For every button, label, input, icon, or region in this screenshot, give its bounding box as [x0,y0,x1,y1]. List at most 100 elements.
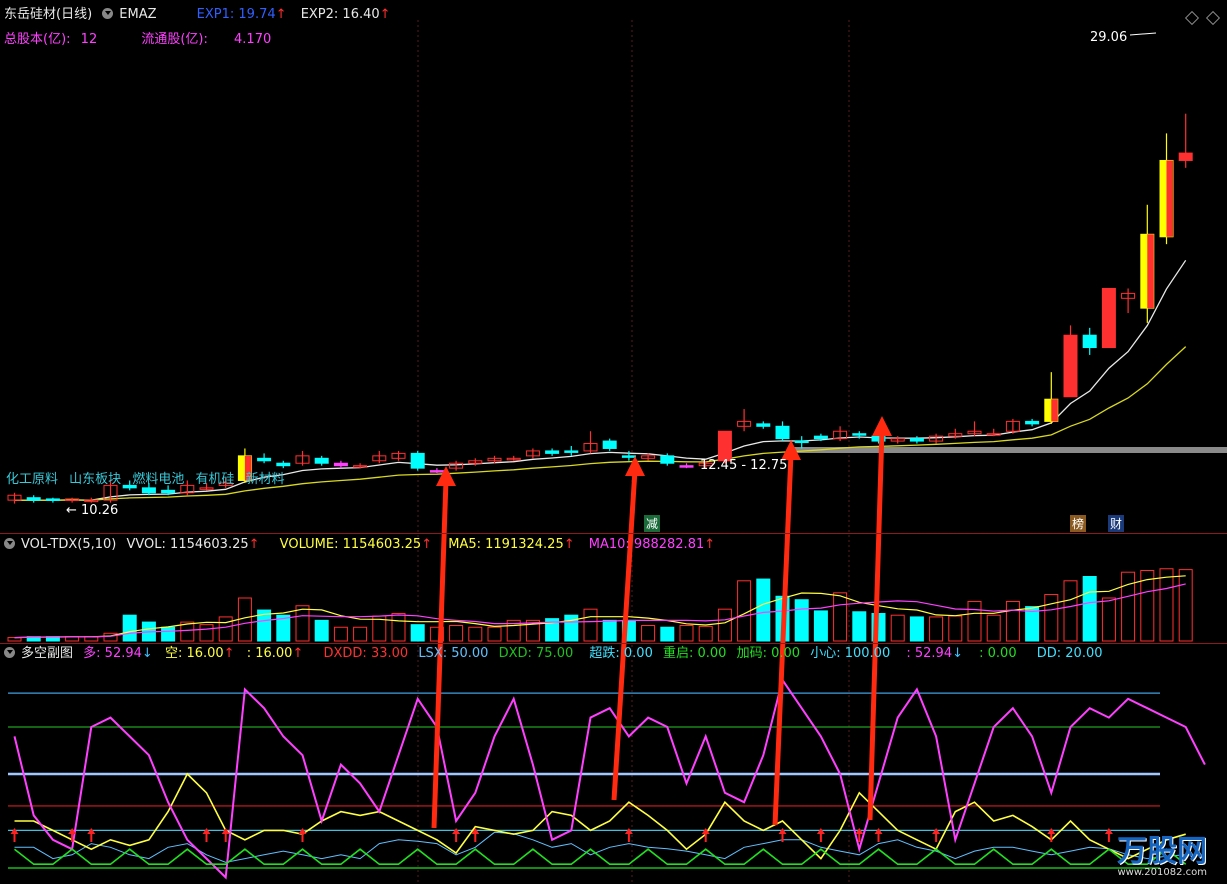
volume-bar [1121,571,1136,642]
dxd-value: DXD: 75.00 [498,646,574,661]
resistance-band [790,447,1227,453]
volume-bar [660,626,675,642]
candle-body [257,457,272,462]
volume-bar [698,625,713,642]
concept-tag[interactable]: 山东板块 [69,472,121,487]
watermark: 万股网 www.201082.com [1117,837,1207,879]
candle-body [794,440,809,444]
candle-body [775,425,790,440]
share-info: 总股本(亿): 12 流通股(亿): 4.170 [0,30,277,50]
moving-averages [14,259,1187,501]
volume-bar [314,619,329,642]
dk-indicator-name[interactable]: 多空副图 [21,646,73,661]
candle-body [429,470,444,473]
volume-bar [1178,569,1193,642]
candle-body [26,497,41,501]
volume-ma10-line [14,583,1186,639]
candle-body [333,462,348,467]
candle-body [1178,152,1193,161]
lsx-value: LSX: 50.00 [418,646,489,661]
annotation-arrow-head-icon [625,456,645,476]
annotation-arrow-head-icon [872,416,892,436]
range-label: 12.45 - 12.75 [700,458,788,473]
volume-bar [890,614,905,642]
candle-body [621,455,636,458]
candle-body [679,465,694,468]
candle-body-overlay [1147,234,1154,309]
up-arrow-icon: ↑ [704,537,716,552]
candle-body [564,450,579,453]
duo-value: 多: 52.94 [83,646,142,661]
indicator-name[interactable]: EMAZ [119,7,156,22]
candle-body [545,450,560,454]
dropdown-icon[interactable] [4,538,15,549]
up-arrow-icon: ↑ [563,537,575,552]
volume-bar [833,592,848,642]
candle-body [314,457,329,464]
concept-tag[interactable]: 燃料电池 [132,472,184,487]
annotation-arrow-head-icon [436,466,456,486]
candle-body [1063,334,1078,398]
low-price-label: ← 10.26 [66,503,119,518]
volume-bar [199,624,214,642]
xiaoxin-value: 小心: 100.00 [810,646,891,661]
dropdown-icon[interactable] [4,647,15,658]
candle-body [1082,334,1097,349]
rank-badge[interactable]: 榜 [1070,515,1087,532]
up-arrow-icon: ↑ [223,646,235,661]
total-shares-label: 总股本(亿): [4,32,71,47]
candle-body [410,452,425,469]
up-arrow-icon: ↑ [421,537,433,552]
ma10-value: MA10: 988282.81 [588,537,705,552]
up-arrow-icon: ↑ [292,646,304,661]
exp1-value: EXP1: 19.74 [196,7,276,22]
volume-bar [948,615,963,642]
float-shares-label: 流通股(亿): [141,32,208,47]
up-arrow-icon: ↑ [379,7,391,22]
ma-line-fast [14,259,1187,501]
volume-bar [717,608,732,642]
dd-value: DD: 20.00 [1036,646,1103,661]
volume-bar [1101,597,1116,642]
chart-canvas [7,20,1227,884]
concept-tag[interactable]: 有机硅 [195,472,234,487]
volume-bar [813,610,828,642]
blank2-value: : 52.94 [906,646,953,661]
volume-bar [295,605,310,642]
arrow-left-icon: ← [66,503,82,518]
up-arrow-icon: ↑ [248,537,260,552]
volume-bar [967,600,982,642]
duokong-series [8,677,1206,880]
price-header: 东岳硅材(日线) EMAZ EXP1: 19.74↑ EXP2: 16.40↑ [0,5,397,25]
candle-body [45,498,60,501]
candle-body [660,455,675,464]
volume-bar [218,616,233,642]
volume-bar [986,614,1001,642]
finance-badge[interactable]: 财 [1108,515,1125,532]
watermark-url: www.201082.com [1117,867,1207,878]
candle-body-overlay [1051,399,1058,422]
concept-tag[interactable]: 新材料 [246,472,285,487]
duokong-header: 多空副图 多: 52.94↓ 空: 16.00↑ : 16.00↑ DXDD: … [0,644,1109,664]
chongqi-value: 重启: 0.00 [663,646,727,661]
volume-bar [602,619,617,642]
volume-bar [1159,568,1174,642]
volume-header: VOL-TDX(5,10) VVOL: 1154603.25↑ VOLUME: … [0,535,721,555]
total-shares-value: 12 [80,32,98,47]
volume-series [7,568,1193,642]
vol-indicator-name[interactable]: VOL-TDX(5,10) [21,537,116,552]
candle-body [161,489,176,494]
reduce-badge[interactable]: 减 [644,515,661,532]
dk-blue-line [14,831,1186,863]
float-shares-value: 4.170 [234,32,272,47]
volume-bar [852,611,867,642]
dxdd-value: DXDD: 33.00 [323,646,409,661]
high-price-label: 29.06 [1090,30,1128,45]
down-arrow-icon: ↓ [952,646,963,661]
blank3-value: : 0.00 [979,646,1017,661]
dropdown-icon[interactable] [102,8,114,19]
volume-bar [1044,594,1059,642]
volume-bar [468,626,483,642]
volume-bar [929,616,944,642]
concept-tag[interactable]: 化工原料 [6,472,58,487]
